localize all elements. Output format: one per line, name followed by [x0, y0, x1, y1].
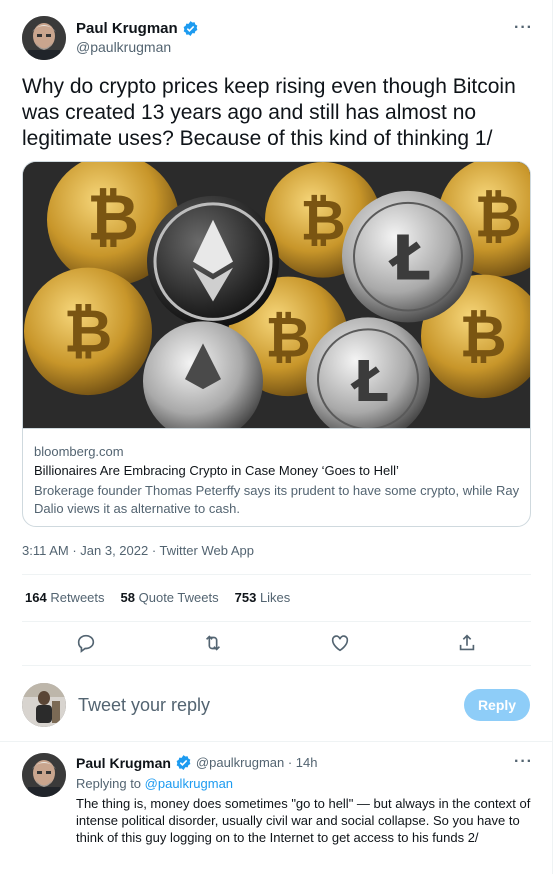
likes-label: Likes — [259, 590, 291, 605]
reply-handle-time[interactable]: @paulkrugman · 14h — [196, 755, 318, 770]
svg-text:₿: ₿ — [474, 183, 521, 251]
like-icon[interactable] — [329, 632, 353, 656]
reply-button[interactable]: Reply — [464, 689, 530, 721]
reply-author-name[interactable]: Paul Krugman — [76, 755, 171, 771]
likes-stat[interactable]: 753 Likes — [235, 590, 291, 605]
svg-text:₿: ₿ — [300, 189, 346, 254]
link-card[interactable]: ₿ ₿ ₿ ₿ ₿ ₿ Ł Ł bloomberg.com Billionair… — [22, 161, 531, 527]
replying-to-label: Replying to — [76, 776, 142, 791]
svg-text:₿: ₿ — [265, 305, 311, 370]
svg-text:Ł: Ł — [350, 350, 389, 415]
author-name[interactable]: Paul Krugman — [76, 20, 178, 37]
svg-text:₿: ₿ — [87, 182, 139, 256]
engagement-stats: 164 Retweets 58 Quote Tweets 753 Likes — [25, 590, 290, 605]
svg-text:₿: ₿ — [459, 302, 506, 370]
retweet-icon[interactable] — [202, 632, 226, 656]
verified-badge-icon — [175, 754, 192, 771]
reply-author-avatar[interactable] — [22, 753, 66, 797]
tweet-page: Paul Krugman @paulkrugman ··· Why do cry… — [0, 0, 553, 874]
divider — [0, 741, 552, 742]
replying-to: Replying to @paulkrugman — [76, 776, 233, 791]
share-icon[interactable] — [456, 632, 480, 656]
reply-text: The thing is, money does sometimes "go t… — [76, 796, 531, 845]
quotes-stat[interactable]: 58 Quote Tweets — [121, 590, 219, 605]
author-name-row: Paul Krugman — [76, 20, 199, 37]
tweet-timestamp[interactable]: 3:11 AM · Jan 3, 2022 · Twitter Web App — [22, 543, 254, 558]
tweet-text: Why do crypto prices keep rising even th… — [22, 75, 516, 150]
retweets-label: Retweets — [50, 590, 105, 605]
retweets-stat[interactable]: 164 Retweets — [25, 590, 105, 605]
author-avatar[interactable] — [22, 16, 66, 60]
quotes-count: 58 — [120, 590, 135, 605]
card-description: Brokerage founder Thomas Peterffy says i… — [34, 483, 520, 516]
likes-count: 753 — [234, 590, 257, 605]
divider — [22, 665, 531, 666]
divider — [22, 574, 531, 575]
svg-text:₿: ₿ — [64, 296, 113, 366]
card-domain: bloomberg.com — [34, 444, 124, 459]
action-bar — [22, 628, 531, 660]
user-avatar[interactable] — [22, 683, 66, 727]
more-icon[interactable]: ··· — [514, 19, 533, 37]
svg-text:Ł: Ł — [388, 223, 431, 295]
verified-badge-icon — [182, 20, 199, 37]
card-title: Billionaires Are Embracing Crypto in Cas… — [34, 463, 399, 478]
quotes-label: Quote Tweets — [138, 590, 219, 605]
reply-input[interactable]: Tweet your reply — [78, 695, 210, 716]
more-icon[interactable]: ··· — [514, 753, 533, 771]
reply-author-row: Paul Krugman @paulkrugman · 14h — [76, 754, 318, 771]
divider — [22, 621, 531, 622]
retweets-count: 164 — [25, 590, 47, 605]
author-handle[interactable]: @paulkrugman — [76, 39, 171, 55]
reply-icon[interactable] — [75, 632, 99, 656]
replying-to-handle[interactable]: @paulkrugman — [145, 776, 233, 791]
crypto-coins-image[interactable]: ₿ ₿ ₿ ₿ ₿ ₿ Ł Ł — [23, 162, 530, 429]
